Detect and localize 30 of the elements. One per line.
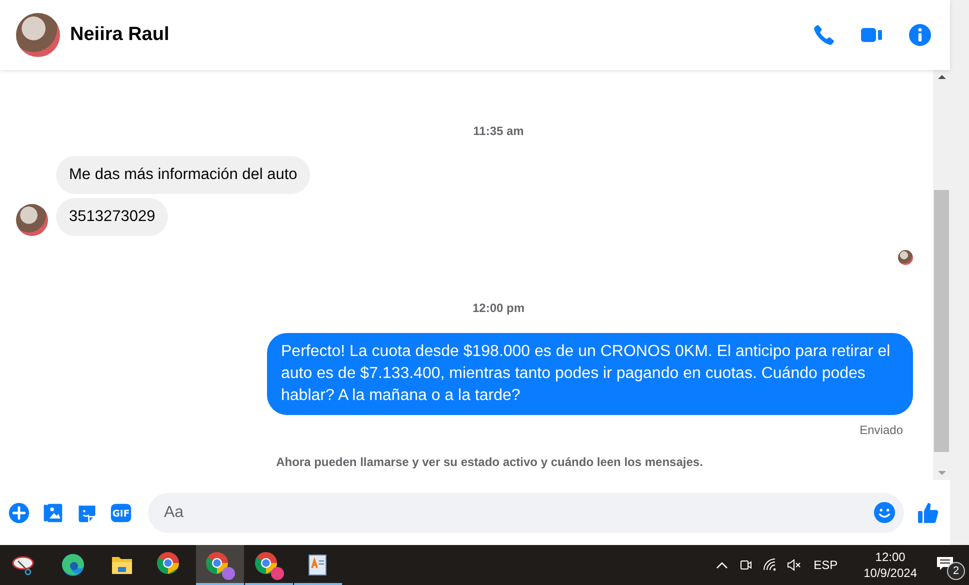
language-indicator[interactable]: ESP bbox=[814, 558, 838, 572]
avatar bbox=[16, 13, 60, 57]
message-input[interactable]: Aa bbox=[162, 502, 873, 522]
wifi-icon[interactable] bbox=[762, 557, 778, 573]
message-bubble: 3513273029 bbox=[56, 198, 168, 236]
chrome-icon bbox=[205, 550, 235, 580]
message-timestamp: 12:00 pm bbox=[472, 301, 525, 315]
browser-icon bbox=[61, 553, 85, 577]
message-bubble: Perfecto! La cuota desde $198.000 es de un CRONOS 0KM. El anticipo para retirar el auto es de $7.133.400, mientras tanto podes ir pagando en cuotas. Cuándo podes hablar? A la mañana o a la tarde? bbox=[267, 333, 913, 415]
notice-text: Ahora pueden llamarse y ver su estado activo y cuándo leen los mensajes. bbox=[276, 455, 703, 469]
thumbs-up-icon[interactable] bbox=[916, 500, 940, 524]
message-bubble: Me das más información del auto bbox=[56, 156, 310, 194]
phone-icon[interactable] bbox=[812, 23, 836, 47]
scrollbar[interactable] bbox=[933, 70, 950, 480]
plus-icon[interactable] bbox=[8, 502, 30, 524]
gif-icon[interactable]: GIF bbox=[110, 502, 132, 524]
emoji-icon[interactable] bbox=[873, 501, 896, 524]
contact-name[interactable]: Neiira Raul bbox=[70, 24, 170, 46]
seen-avatar bbox=[898, 250, 913, 265]
chrome-icon bbox=[254, 550, 284, 580]
avatar bbox=[16, 204, 48, 236]
clock-date[interactable]: 10/9/2024 bbox=[864, 565, 917, 581]
clock-time[interactable]: 12:00 bbox=[875, 549, 906, 565]
notification-count: 2 bbox=[947, 562, 965, 580]
message-field[interactable]: Aa bbox=[148, 492, 904, 532]
muted-speaker-icon[interactable] bbox=[786, 557, 802, 573]
info-icon[interactable] bbox=[908, 23, 932, 47]
message-status: Enviado bbox=[860, 423, 903, 437]
image-icon[interactable] bbox=[42, 502, 64, 524]
message-timestamp: 11:35 am bbox=[473, 124, 524, 138]
